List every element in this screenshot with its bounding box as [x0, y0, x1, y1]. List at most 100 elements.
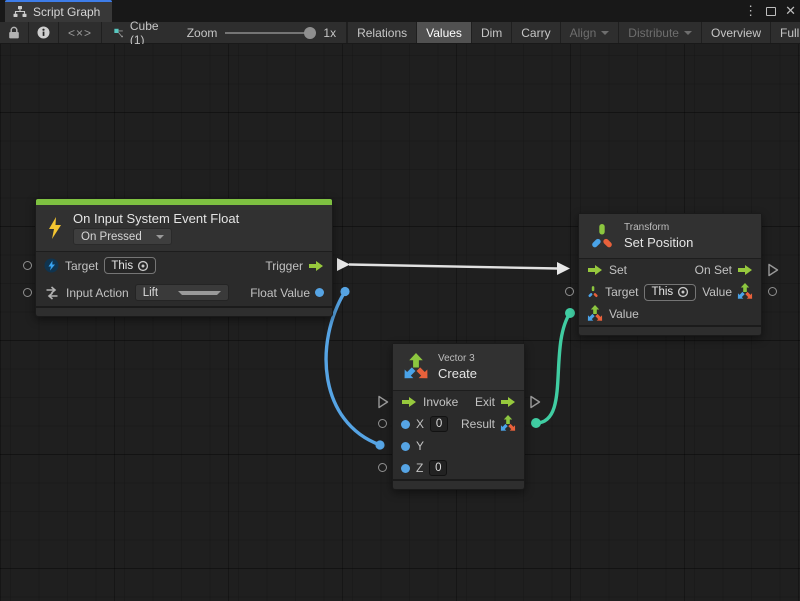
graph-toolbar: <×> Cube (1) Zoom 1x Relations Values Di…: [0, 22, 800, 44]
z-row: Z 0: [393, 457, 524, 479]
event-mode-dropdown[interactable]: On Pressed: [73, 228, 172, 245]
input-action-label: Input Action: [66, 286, 129, 300]
y-in-port[interactable]: [375, 440, 384, 449]
vector3-create-node[interactable]: Vector 3 Create Invoke Exit: [392, 343, 525, 490]
vector3-icon[interactable]: [500, 415, 516, 433]
window-controls: ⋮ ✕: [744, 0, 796, 22]
graph-context-button[interactable]: Cube (1): [102, 22, 177, 43]
event-node-title: On Input System Event Float: [73, 211, 239, 226]
float-value-port[interactable]: [315, 288, 324, 297]
x-port[interactable]: [401, 420, 410, 429]
x-label: X: [416, 417, 424, 431]
wire-trigger-to-set[interactable]: [349, 265, 558, 269]
vector3-header[interactable]: Vector 3 Create: [393, 344, 524, 390]
code-icon: <×>: [68, 26, 92, 40]
vector3-icon[interactable]: [737, 283, 753, 301]
sp-target-object-field[interactable]: This: [644, 284, 696, 301]
close-icon[interactable]: ✕: [785, 0, 796, 22]
set-in-port[interactable]: [557, 262, 570, 275]
event-input-action-in-port[interactable]: [23, 288, 32, 297]
y-port[interactable]: [401, 442, 410, 451]
event-node-header[interactable]: On Input System Event Float On Pressed: [36, 205, 332, 251]
flow-arrow-icon[interactable]: [737, 264, 753, 276]
result-out-port[interactable]: [531, 418, 541, 428]
zoom-control: Zoom 1x: [177, 22, 347, 43]
zoom-slider-track[interactable]: [225, 32, 315, 34]
target-object-field[interactable]: This: [104, 257, 156, 274]
z-in-port[interactable]: [378, 463, 387, 472]
set-position-header[interactable]: Transform Set Position: [579, 214, 761, 258]
vector3-category: Vector 3: [438, 353, 477, 364]
float-value-out-port[interactable]: [340, 287, 349, 296]
invoke-row: Invoke Exit: [393, 391, 524, 413]
on-set-out-port[interactable]: [767, 263, 779, 277]
z-label: Z: [416, 461, 423, 475]
distribute-dropdown[interactable]: Distribute: [619, 22, 702, 43]
vector3-footer: [393, 479, 524, 489]
align-dropdown[interactable]: Align: [561, 22, 620, 43]
info-icon: [37, 26, 50, 39]
flow-arrow-icon[interactable]: [308, 260, 324, 272]
object-picker-icon[interactable]: [137, 260, 149, 272]
flow-arrow-icon[interactable]: [587, 264, 603, 276]
sp-target-label: Target: [605, 285, 638, 299]
tab-script-graph[interactable]: Script Graph: [5, 0, 112, 22]
chevron-down-icon: [684, 31, 692, 35]
chevron-down-icon: [178, 291, 221, 295]
zoom-label: Zoom: [187, 26, 218, 40]
menu-icon[interactable]: ⋮: [744, 0, 757, 22]
set-label: Set: [609, 263, 627, 277]
trigger-out-port[interactable]: [337, 258, 350, 271]
z-port[interactable]: [401, 464, 410, 473]
title-bar: Script Graph ⋮ ✕: [0, 0, 800, 22]
chevron-down-icon: [156, 235, 164, 239]
event-node[interactable]: On Input System Event Float On Pressed T…: [35, 198, 333, 317]
transform-icon: [589, 223, 615, 250]
exit-out-port[interactable]: [529, 395, 541, 409]
object-picker-icon[interactable]: [677, 286, 689, 298]
flow-arrow-icon[interactable]: [401, 396, 417, 408]
sp-target-in-port[interactable]: [565, 287, 574, 296]
wire-floatvalue-to-y[interactable]: [326, 292, 380, 446]
input-action-dropdown[interactable]: Lift: [135, 284, 229, 301]
vector3-title: Create: [438, 366, 477, 381]
x-value-field[interactable]: 0: [430, 416, 448, 432]
wire-result-to-value[interactable]: [536, 313, 570, 423]
flow-arrow-icon[interactable]: [500, 396, 516, 408]
float-value-label: Float Value: [250, 286, 310, 300]
lock-button[interactable]: [0, 22, 29, 43]
set-position-footer: [579, 325, 761, 335]
graph-context-icon: [114, 26, 124, 40]
values-button[interactable]: Values: [417, 22, 472, 43]
z-value-field[interactable]: 0: [429, 460, 447, 476]
sp-value-out-port[interactable]: [768, 287, 777, 296]
on-set-label: On Set: [695, 263, 732, 277]
relations-button[interactable]: Relations: [348, 22, 417, 43]
y-row: Y: [393, 435, 524, 457]
graph-icon: [13, 6, 27, 18]
set-position-target-row: Target This Value: [579, 281, 761, 303]
full-screen-button[interactable]: Full Screen: [771, 22, 800, 43]
code-preview-button[interactable]: <×>: [59, 22, 102, 43]
vector3-icon[interactable]: [587, 305, 603, 323]
set-row: Set On Set: [579, 259, 761, 281]
set-position-value-row: Value: [579, 303, 761, 325]
graph-canvas[interactable]: On Input System Event Float On Pressed T…: [0, 44, 800, 601]
zoom-slider-handle[interactable]: [304, 27, 316, 39]
zoom-slider[interactable]: [225, 27, 315, 39]
event-target-in-port[interactable]: [23, 261, 32, 270]
graph-context-label: Cube (1): [130, 19, 163, 47]
x-in-port[interactable]: [378, 419, 387, 428]
inspect-button[interactable]: [29, 22, 59, 43]
value-in-port[interactable]: [565, 308, 575, 318]
carry-button[interactable]: Carry: [512, 22, 560, 43]
invoke-in-port[interactable]: [377, 395, 389, 409]
dim-button[interactable]: Dim: [472, 22, 512, 43]
transform-mini-icon: [587, 285, 599, 299]
y-label: Y: [416, 439, 424, 453]
maximize-icon[interactable]: [766, 7, 776, 16]
zoom-value: 1x: [323, 26, 336, 40]
set-position-node[interactable]: Transform Set Position Set On Set: [578, 213, 762, 336]
chevron-down-icon: [601, 31, 609, 35]
overview-button[interactable]: Overview: [702, 22, 771, 43]
